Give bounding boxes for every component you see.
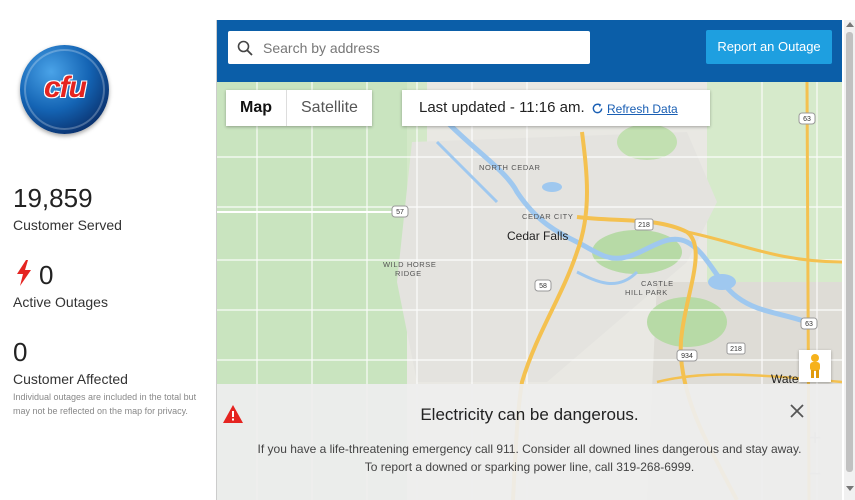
label-castle: CASTLE — [641, 279, 674, 288]
search-box[interactable] — [228, 31, 590, 64]
refresh-icon[interactable] — [591, 102, 604, 115]
cfu-logo: cfu — [20, 45, 109, 134]
privacy-note: Individual outages are included in the t… — [13, 392, 197, 416]
stat-customers-served: 19,859 Customer Served — [13, 183, 122, 233]
route-57: 57 — [396, 209, 404, 216]
lightning-bolt-icon — [17, 260, 31, 286]
route-63-south: 63 — [805, 321, 813, 328]
safety-banner: Electricity can be dangerous. If you hav… — [217, 384, 842, 500]
scroll-down-arrow-icon[interactable] — [846, 486, 854, 491]
last-updated-panel: Last updated - 11:16 am. Refresh Data — [402, 90, 710, 126]
active-outages-label: Active Outages — [13, 294, 108, 310]
last-updated-text: Last updated - 11:16 am. — [419, 99, 585, 116]
route-63-north: 63 — [803, 116, 811, 123]
banner-title-row: Electricity can be dangerous. — [217, 405, 842, 425]
label-north-cedar: NORTH CEDAR — [479, 163, 540, 172]
outage-map-panel: Report an Outage — [216, 20, 842, 500]
customers-affected-label: Customer Affected — [13, 371, 128, 387]
customers-served-value: 19,859 — [13, 183, 93, 213]
banner-body: If you have a life-threatening emergency… — [257, 442, 802, 474]
search-input[interactable] — [261, 35, 585, 61]
customers-affected-value: 0 — [13, 337, 28, 367]
active-outages-value: 0 — [39, 260, 54, 290]
page-scrollbar[interactable] — [844, 20, 855, 500]
customers-served-label: Customer Served — [13, 217, 122, 233]
label-wild-horse: WILD HORSE — [383, 260, 437, 269]
label-cedar-falls: Cedar Falls — [507, 229, 568, 243]
map-view-button[interactable]: Map — [226, 90, 287, 126]
close-icon[interactable] — [790, 404, 804, 418]
warning-icon — [223, 405, 243, 423]
scroll-up-arrow-icon[interactable] — [846, 22, 854, 27]
scroll-thumb[interactable] — [846, 32, 853, 472]
search-icon — [237, 40, 253, 56]
street-view-pegman[interactable] — [799, 350, 831, 382]
map-header: Report an Outage — [217, 20, 842, 82]
label-wild-horse-ridge: RIDGE — [395, 269, 422, 278]
map-canvas[interactable]: 63 57 218 58 63 934 218 NORTH CEDAR CEDA… — [217, 82, 842, 500]
map-type-control: Map Satellite — [226, 90, 372, 126]
sidebar: cfu 19,859 Customer Served 0 Active Outa… — [0, 0, 216, 500]
banner-title: Electricity can be dangerous. — [420, 405, 639, 424]
active-outages-row: 0 — [13, 260, 108, 290]
route-58: 58 — [539, 283, 547, 290]
route-218-east: 218 — [730, 346, 742, 353]
pegman-icon — [810, 354, 820, 378]
label-cedar-city: CEDAR CITY — [522, 212, 573, 221]
refresh-data-link[interactable]: Refresh Data — [607, 102, 678, 116]
report-outage-button[interactable]: Report an Outage — [706, 30, 832, 64]
satellite-view-button[interactable]: Satellite — [287, 90, 372, 126]
logo-wordmark: cfu — [44, 71, 87, 104]
route-218-west: 218 — [638, 222, 650, 229]
route-934: 934 — [681, 353, 693, 360]
stat-customers-affected: 0 Customer Affected Individual outages a… — [13, 337, 198, 418]
stat-active-outages: 0 Active Outages — [13, 260, 108, 310]
label-castle-hill-park: HILL PARK — [625, 288, 668, 297]
